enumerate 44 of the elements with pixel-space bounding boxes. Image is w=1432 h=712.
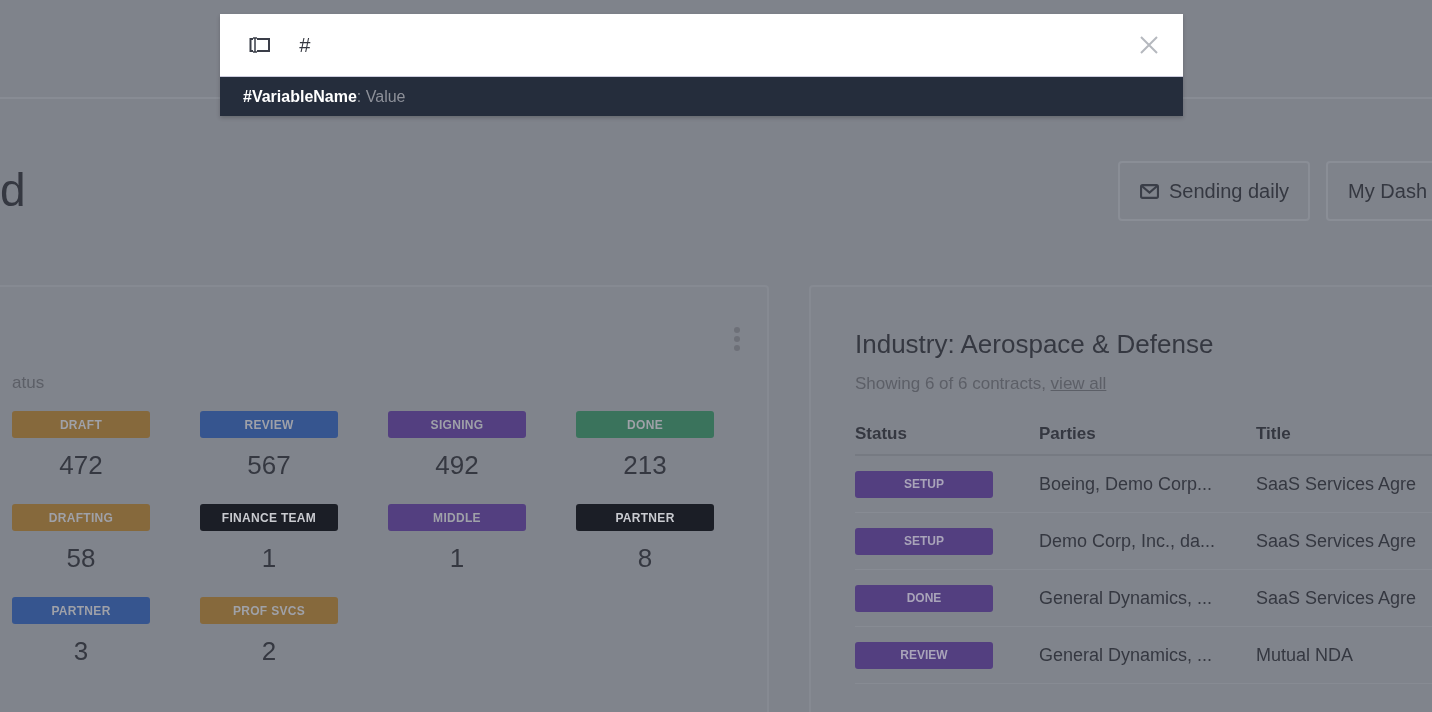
tile-count: 213: [623, 450, 667, 480]
tile-count: 2: [261, 636, 277, 666]
parties-cell-text: General Dynamics, ...: [1039, 587, 1214, 609]
tile-count: 8: [637, 543, 653, 573]
status-tag[interactable]: DRAFTING: [12, 504, 150, 531]
status-tag[interactable]: DRAFT: [12, 411, 150, 438]
header-button[interactable]: My Dash: [1326, 161, 1432, 221]
status-tag[interactable]: REVIEW: [200, 411, 338, 438]
status-tag[interactable]: PROF SVCS: [200, 597, 338, 624]
status-tag[interactable]: MIDDLE: [388, 504, 526, 531]
title-cell-text: SaaS Services Agre: [1256, 530, 1418, 552]
status-tag: DONE: [855, 584, 993, 612]
text-cursor-frame-icon: [249, 36, 271, 54]
title-cell-text: SaaS Services Agre: [1256, 473, 1418, 495]
parties-cell-text: General Dynamics, ...: [1039, 644, 1214, 666]
status-tag: REVIEW: [855, 641, 993, 669]
title-cell-text: SaaS Services Agre: [1256, 587, 1418, 609]
status-tag: SETUP: [855, 470, 993, 498]
status-tag: SETUP: [855, 527, 993, 555]
status-tag[interactable]: DONE: [576, 411, 714, 438]
status-tag[interactable]: FINANCE TEAM: [200, 504, 338, 531]
suggestion-item[interactable]: #VariableName: Value: [220, 77, 1183, 116]
column-header: Status: [855, 424, 908, 444]
column-header: Parties: [1039, 424, 1097, 444]
command-field[interactable]: #: [220, 14, 1183, 77]
status-tag[interactable]: PARTNER: [576, 504, 714, 531]
tile-count: 1: [449, 543, 465, 573]
close-icon[interactable]: [1140, 36, 1158, 54]
tile-count: 472: [59, 450, 103, 480]
card-title: Industry: Aerospace & Defense: [855, 329, 1215, 360]
status-tag[interactable]: PARTNER: [12, 597, 150, 624]
mail-icon: [1140, 183, 1159, 199]
status-tag[interactable]: SIGNING: [388, 411, 526, 438]
parties-cell-text: Boeing, Demo Corp...: [1039, 473, 1214, 495]
header-button[interactable]: Sending daily: [1118, 161, 1311, 221]
tile-count: 567: [247, 450, 291, 480]
title-cell-text: Mutual NDA: [1256, 644, 1355, 666]
tile-count: 3: [73, 636, 89, 666]
tile-count: 492: [435, 450, 479, 480]
page-title: d: [0, 167, 26, 213]
parties-cell-text: Demo Corp, Inc., da...: [1039, 530, 1217, 552]
tile-count: 58: [66, 543, 96, 573]
tile-count: 1: [261, 543, 277, 573]
column-header: Title: [1256, 424, 1292, 444]
